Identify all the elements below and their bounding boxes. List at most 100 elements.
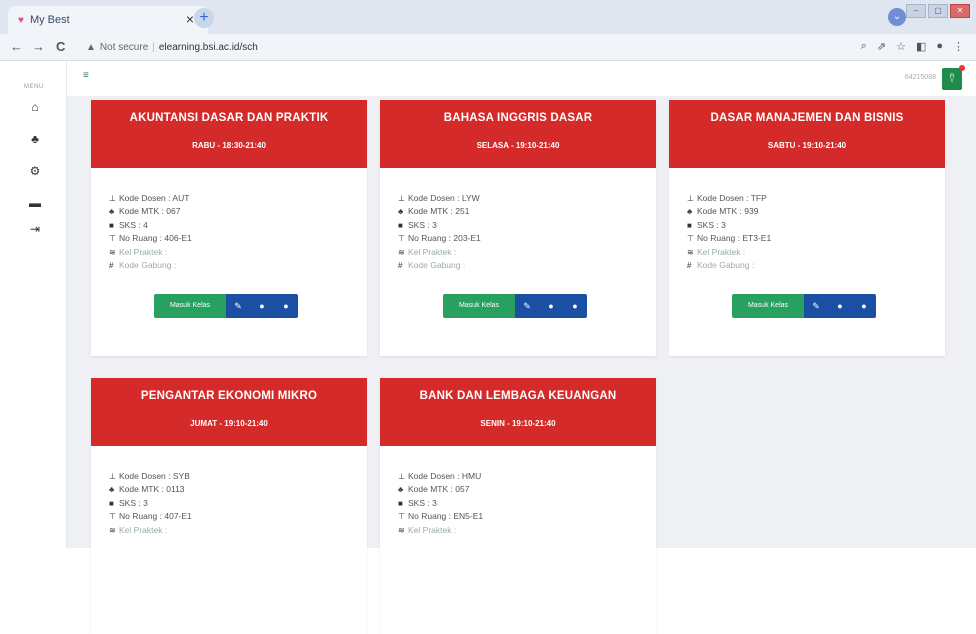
message-icon[interactable]: ● [274,294,298,318]
logout-icon[interactable]: ⇥ [28,222,42,236]
book-icon: ♣ [109,485,115,495]
settings-icon[interactable]: ⚙ [28,164,42,178]
address-bar: ← → C ▲ Not secure | elearning.bsi.ac.id… [0,34,976,61]
user-icon: ⊥ [398,472,405,481]
course-card: BANK DAN LEMBAGA KEUANGAN SENIN - 19:10-… [380,378,656,634]
course-header[interactable]: BAHASA INGGRIS DASAR SELASA - 19:10-21:4… [380,100,656,168]
edit-icon[interactable]: ✎ [804,294,828,318]
course-header[interactable]: DASAR MANAJEMEN DAN BISNIS SABTU - 19:10… [669,100,945,168]
browser-tab[interactable]: ♥ My Best × [8,6,208,34]
course-grid: AKUNTANSI DASAR DAN PRAKTIK RABU - 18:30… [67,96,976,634]
kode-dosen: Kode Dosen : HMU [408,471,482,481]
course-card: AKUNTANSI DASAR DAN PRAKTIK RABU - 18:30… [91,100,367,356]
sks-icon: ■ [109,498,114,508]
sks: SKS : 3 [408,497,437,508]
app-topbar: ≡ 64215088 ⍢ [67,62,976,96]
kode-dosen: Kode Dosen : TFP [697,193,767,203]
kel-praktek: Kel Praktek : [119,524,168,535]
new-tab-button[interactable]: + [194,8,214,28]
no-ruang: No Ruang : EN5-E1 [408,511,484,522]
course-actions: Masuk Kelas ✎ ● ● [732,294,876,318]
course-title: PENGANTAR EKONOMI MIKRO [140,390,318,402]
group-icon: ≋ [398,247,405,257]
no-ruang: No Ruang : ET3-E1 [697,233,772,244]
kode-gabung: Kode Gabung : [119,260,177,271]
user-button[interactable]: ⍢ [942,65,965,90]
tab-title: My Best [29,14,70,26]
course-schedule: JUMAT - 19:10-21:40 [190,419,268,428]
no-ruang: No Ruang : 407-E1 [119,511,192,522]
course-card: PENGANTAR EKONOMI MIKRO JUMAT - 19:10-21… [91,378,367,634]
edit-icon[interactable]: ✎ [226,294,250,318]
course-schedule: SENIN - 19:10-21:40 [480,419,556,428]
extensions-icon[interactable]: ◧ [916,40,926,53]
masuk-kelas-button[interactable]: Masuk Kelas [443,294,515,318]
share-icon[interactable]: ⇗ [877,40,886,53]
notification-dot [959,65,965,71]
group-icon: ≋ [109,525,116,535]
kel-praktek: Kel Praktek : [697,246,746,257]
profile-icon[interactable]: ⌄ [888,8,906,26]
star-icon[interactable]: ☆ [896,40,906,53]
more-icon[interactable]: ⋮ [953,40,964,53]
url-input[interactable]: ▲ Not secure | elearning.bsi.ac.id/sch [86,37,906,57]
code-icon: # [687,261,692,271]
home-icon[interactable]: ⌂ [28,100,42,114]
course-actions: Masuk Kelas ✎ ● ● [154,294,298,318]
sks: SKS : 3 [697,219,726,230]
close-window-icon[interactable]: ✕ [950,4,970,18]
browser-tab-bar: ♥ My Best × + ⌄ – ▢ ✕ [0,0,976,34]
kode-dosen: Kode Dosen : LYW [408,193,480,203]
maximize-icon[interactable]: ▢ [928,4,948,18]
chat-icon[interactable]: ● [539,294,563,318]
kode-mtk: Kode MTK : 067 [119,206,181,217]
course-header[interactable]: AKUNTANSI DASAR DAN PRAKTIK RABU - 18:30… [91,100,367,168]
sidebar: MENU ⌂ ♣ ⚙ ▬ ⇥ [0,62,67,548]
book-icon: ♣ [398,207,404,217]
chat-icon[interactable]: ● [828,294,852,318]
course-title: BAHASA INGGRIS DASAR [443,112,593,124]
course-details: ⊥ Kode Dosen : LYW ♣ Kode MTK : 251 ■ SKS :… [380,168,656,356]
course-icon[interactable]: ♣ [28,132,42,146]
warning-icon: ▲ [86,41,96,53]
course-schedule: RABU - 18:30-21:40 [192,141,266,150]
course-header[interactable]: PENGANTAR EKONOMI MIKRO JUMAT - 19:10-21… [91,378,367,446]
menu-toggle-icon[interactable]: ≡ [83,70,89,81]
message-icon[interactable]: ● [563,294,587,318]
masuk-kelas-button[interactable]: Masuk Kelas [154,294,226,318]
zoom-icon[interactable]: ⌕ [861,40,867,53]
back-icon[interactable]: ← [10,39,23,54]
book-icon: ♣ [687,207,693,217]
no-ruang: No Ruang : 203-E1 [408,233,481,244]
course-details: ⊥ Kode Dosen : HMU ♣ Kode MTK : 057 ■ SKS :… [380,446,656,634]
forward-icon[interactable]: → [32,39,45,54]
room-icon: ⊤ [687,234,694,244]
window-controls: – ▢ ✕ [906,4,970,18]
omnibox-actions: ⌕ ⇗ ☆ ◧ ● ⋮ [861,40,964,53]
kode-gabung: Kode Gabung : [697,260,755,271]
heart-icon: ♥ [18,14,24,26]
kode-mtk: Kode MTK : 939 [697,206,759,217]
edit-icon[interactable]: ✎ [515,294,539,318]
chat-icon[interactable]: ● [250,294,274,318]
course-details: ⊥ Kode Dosen : SYB ♣ Kode MTK : 0113 ■ SKS … [91,446,367,634]
calendar-icon[interactable]: ▬ [28,196,42,210]
minimize-icon[interactable]: – [906,4,926,18]
kel-praktek: Kel Praktek : [408,524,457,535]
course-title: DASAR MANAJEMEN DAN BISNIS [710,112,904,124]
course-header[interactable]: BANK DAN LEMBAGA KEUANGAN SENIN - 19:10-… [380,378,656,446]
sks-icon: ■ [109,220,114,230]
message-icon[interactable]: ● [852,294,876,318]
book-icon: ♣ [109,207,115,217]
user-id: 64215088 [904,74,936,81]
account-icon[interactable]: ● [936,40,943,53]
course-actions: Masuk Kelas ✎ ● ● [443,294,587,318]
sks-icon: ■ [398,220,403,230]
user-icon: ⊥ [109,472,116,481]
sks: SKS : 3 [119,497,148,508]
tab-close-button[interactable]: × [186,11,194,27]
book-icon: ♣ [398,485,404,495]
code-icon: # [109,261,114,271]
reload-icon[interactable]: C [56,39,65,54]
masuk-kelas-button[interactable]: Masuk Kelas [732,294,804,318]
